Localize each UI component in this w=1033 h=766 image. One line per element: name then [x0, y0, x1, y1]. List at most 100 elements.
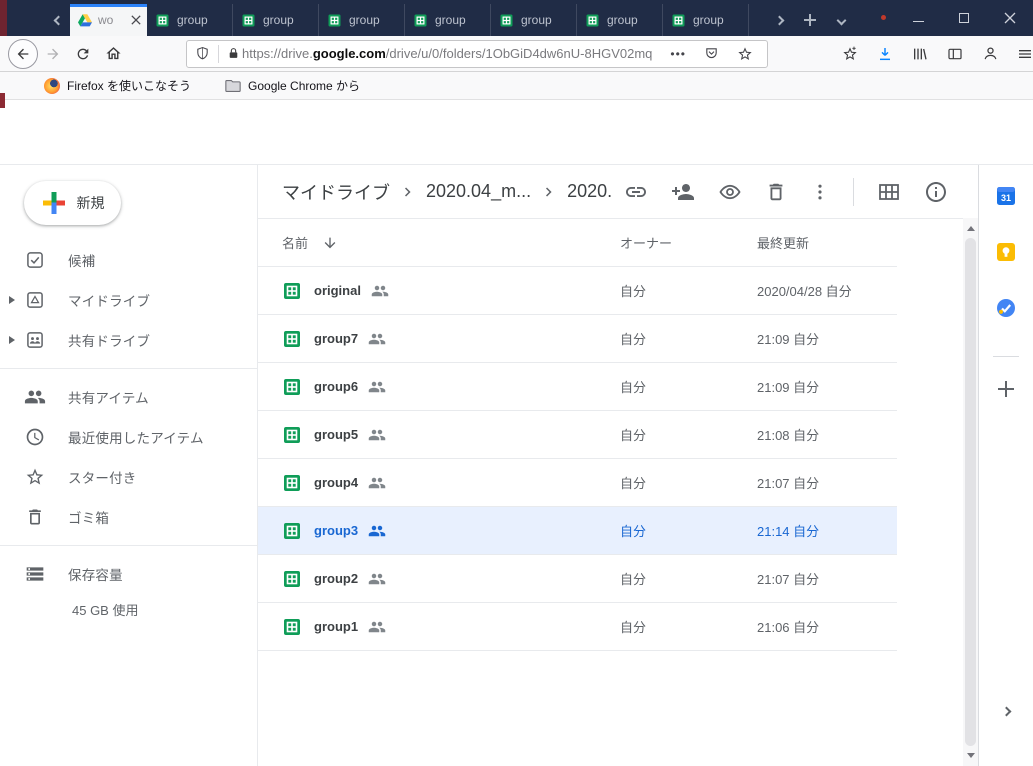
tab-title: group [435, 13, 466, 27]
expand-arrow-icon[interactable] [0, 336, 22, 344]
bookmark-label: Google Chrome から [248, 77, 360, 94]
tasks-icon[interactable] [996, 298, 1016, 318]
file-row[interactable]: group1 自分 21:06 自分 [258, 603, 897, 651]
scroll-down-arrow[interactable] [963, 748, 978, 763]
grid-view-icon[interactable] [877, 180, 901, 204]
divider [218, 45, 219, 63]
sidebar-item-shared-drives[interactable]: 共有ドライブ [0, 320, 257, 360]
sidebar-item-priority[interactable]: 候補 [0, 240, 257, 280]
browser-window: wo group group group group group group g… [0, 0, 1033, 766]
url-text[interactable]: https://drive.google.com/drive/u/0/folde… [242, 46, 652, 61]
sheets-favicon [155, 13, 170, 28]
sidebar-item-trash[interactable]: ゴミ箱 [0, 497, 257, 537]
collapse-panel-button[interactable] [1003, 702, 1010, 720]
tab-title: group [607, 13, 638, 27]
close-window-button[interactable] [987, 0, 1033, 36]
url-scheme: https://drive. [242, 46, 313, 61]
sidebar-item-starred[interactable]: スター付き [0, 457, 257, 497]
pocket-icon[interactable] [704, 46, 719, 61]
sheets-file-icon [282, 281, 302, 301]
multicolor-plus-icon [41, 190, 67, 216]
file-row[interactable]: original 自分 2020/04/28 自分 [258, 267, 897, 315]
sheets-file-icon [282, 569, 302, 589]
maximize-button[interactable] [941, 0, 987, 36]
home-button[interactable] [98, 39, 128, 69]
delete-trash-icon[interactable] [765, 181, 787, 203]
breadcrumb-my-drive[interactable]: マイドライブ [282, 179, 390, 205]
file-row[interactable]: group6 自分 21:09 自分 [258, 363, 897, 411]
bookmark-folder-chrome[interactable]: Google Chrome から [225, 77, 360, 94]
share-person-add-icon[interactable] [671, 180, 695, 204]
breadcrumb-current-folder[interactable]: 2020. [567, 181, 612, 202]
library-button[interactable] [910, 39, 930, 69]
divider [853, 178, 854, 206]
forward-button[interactable] [38, 39, 68, 69]
sidebar-item-my-drive[interactable]: マイドライブ [0, 280, 257, 320]
file-row[interactable]: group7 自分 21:09 自分 [258, 315, 897, 363]
reload-button[interactable] [68, 39, 98, 69]
tab-group-sheet[interactable]: group [577, 4, 663, 36]
downloads-button[interactable] [875, 39, 895, 69]
tab-group-sheet[interactable]: group [233, 4, 319, 36]
tab-group-sheet[interactable]: group [663, 4, 749, 36]
tab-title: group [263, 13, 294, 27]
url-domain: google.com [313, 46, 386, 61]
get-link-icon[interactable] [624, 180, 648, 204]
sheets-file-icon [282, 521, 302, 541]
file-row[interactable]: group4 自分 21:07 自分 [258, 459, 897, 507]
browser-toolbar: https://drive.google.com/drive/u/0/folde… [0, 36, 1033, 72]
preview-eye-icon[interactable] [718, 180, 742, 204]
tab-group-sheet[interactable]: group [491, 4, 577, 36]
tab-group-sheet[interactable]: group [405, 4, 491, 36]
bookmark-item-firefox[interactable]: Firefox を使いこなそう [44, 77, 191, 94]
column-header-name[interactable]: 名前 [282, 233, 308, 252]
tab-scroll-left-button[interactable] [46, 4, 70, 36]
bookmarks-star-badge-button[interactable] [840, 39, 860, 69]
new-tab-button[interactable] [797, 4, 823, 36]
sidebar-item-recent[interactable]: 最近使用したアイテム [0, 417, 257, 457]
calendar-icon[interactable]: 31 [996, 186, 1016, 206]
sort-arrow-down-icon[interactable] [322, 235, 338, 251]
account-button[interactable] [980, 39, 1000, 69]
add-addon-plus-icon[interactable] [998, 381, 1014, 397]
drive-content: マイドライブ 2020.04_m... 2020. [258, 165, 963, 766]
tracking-protection-shield-icon[interactable] [195, 46, 210, 61]
back-button[interactable] [8, 39, 38, 69]
scroll-up-arrow[interactable] [963, 221, 978, 236]
content-scrollbar[interactable] [963, 218, 978, 766]
tab-active-drive[interactable]: wo [70, 4, 147, 36]
menu-button[interactable] [1015, 39, 1033, 69]
divider [993, 356, 1019, 357]
sidebar-toggle-button[interactable] [945, 39, 965, 69]
more-options-icon[interactable] [810, 182, 830, 202]
list-all-tabs-button[interactable] [828, 4, 854, 36]
file-row[interactable]: group5 自分 21:08 自分 [258, 411, 897, 459]
storage-icon [24, 564, 46, 584]
info-icon[interactable] [924, 180, 948, 204]
breadcrumb-parent-folder[interactable]: 2020.04_m... [426, 181, 531, 202]
background-window-sliver [0, 0, 7, 36]
url-bar[interactable]: https://drive.google.com/drive/u/0/folde… [186, 40, 768, 68]
close-tab-icon[interactable] [131, 15, 141, 25]
breadcrumb: マイドライブ 2020.04_m... 2020. [282, 179, 612, 205]
bookmark-star-icon[interactable] [737, 46, 753, 62]
file-row[interactable]: group2 自分 21:07 自分 [258, 555, 897, 603]
file-owner: 自分 [620, 473, 757, 492]
lock-icon[interactable] [227, 47, 240, 60]
keep-icon[interactable] [996, 242, 1016, 262]
shared-people-icon [368, 522, 386, 540]
sidebar-item-shared-with-me[interactable]: 共有アイテム [0, 377, 257, 417]
expand-arrow-icon[interactable] [0, 296, 22, 304]
tab-scroll-right-button[interactable] [766, 4, 792, 36]
download-icon [877, 46, 893, 62]
tab-group-sheet[interactable]: group [147, 4, 233, 36]
shared-people-icon [368, 330, 386, 348]
file-row-selected[interactable]: group3 自分 21:14 自分 [258, 507, 897, 555]
active-tab-stripe [70, 4, 147, 7]
minimize-button[interactable] [895, 0, 941, 36]
tab-group-sheet[interactable]: group [319, 4, 405, 36]
page-actions-button[interactable]: ••• [670, 47, 686, 61]
sidebar-item-storage[interactable]: 保存容量 [0, 554, 257, 594]
new-button[interactable]: 新規 [24, 181, 121, 225]
scrollbar-thumb[interactable] [965, 238, 976, 746]
